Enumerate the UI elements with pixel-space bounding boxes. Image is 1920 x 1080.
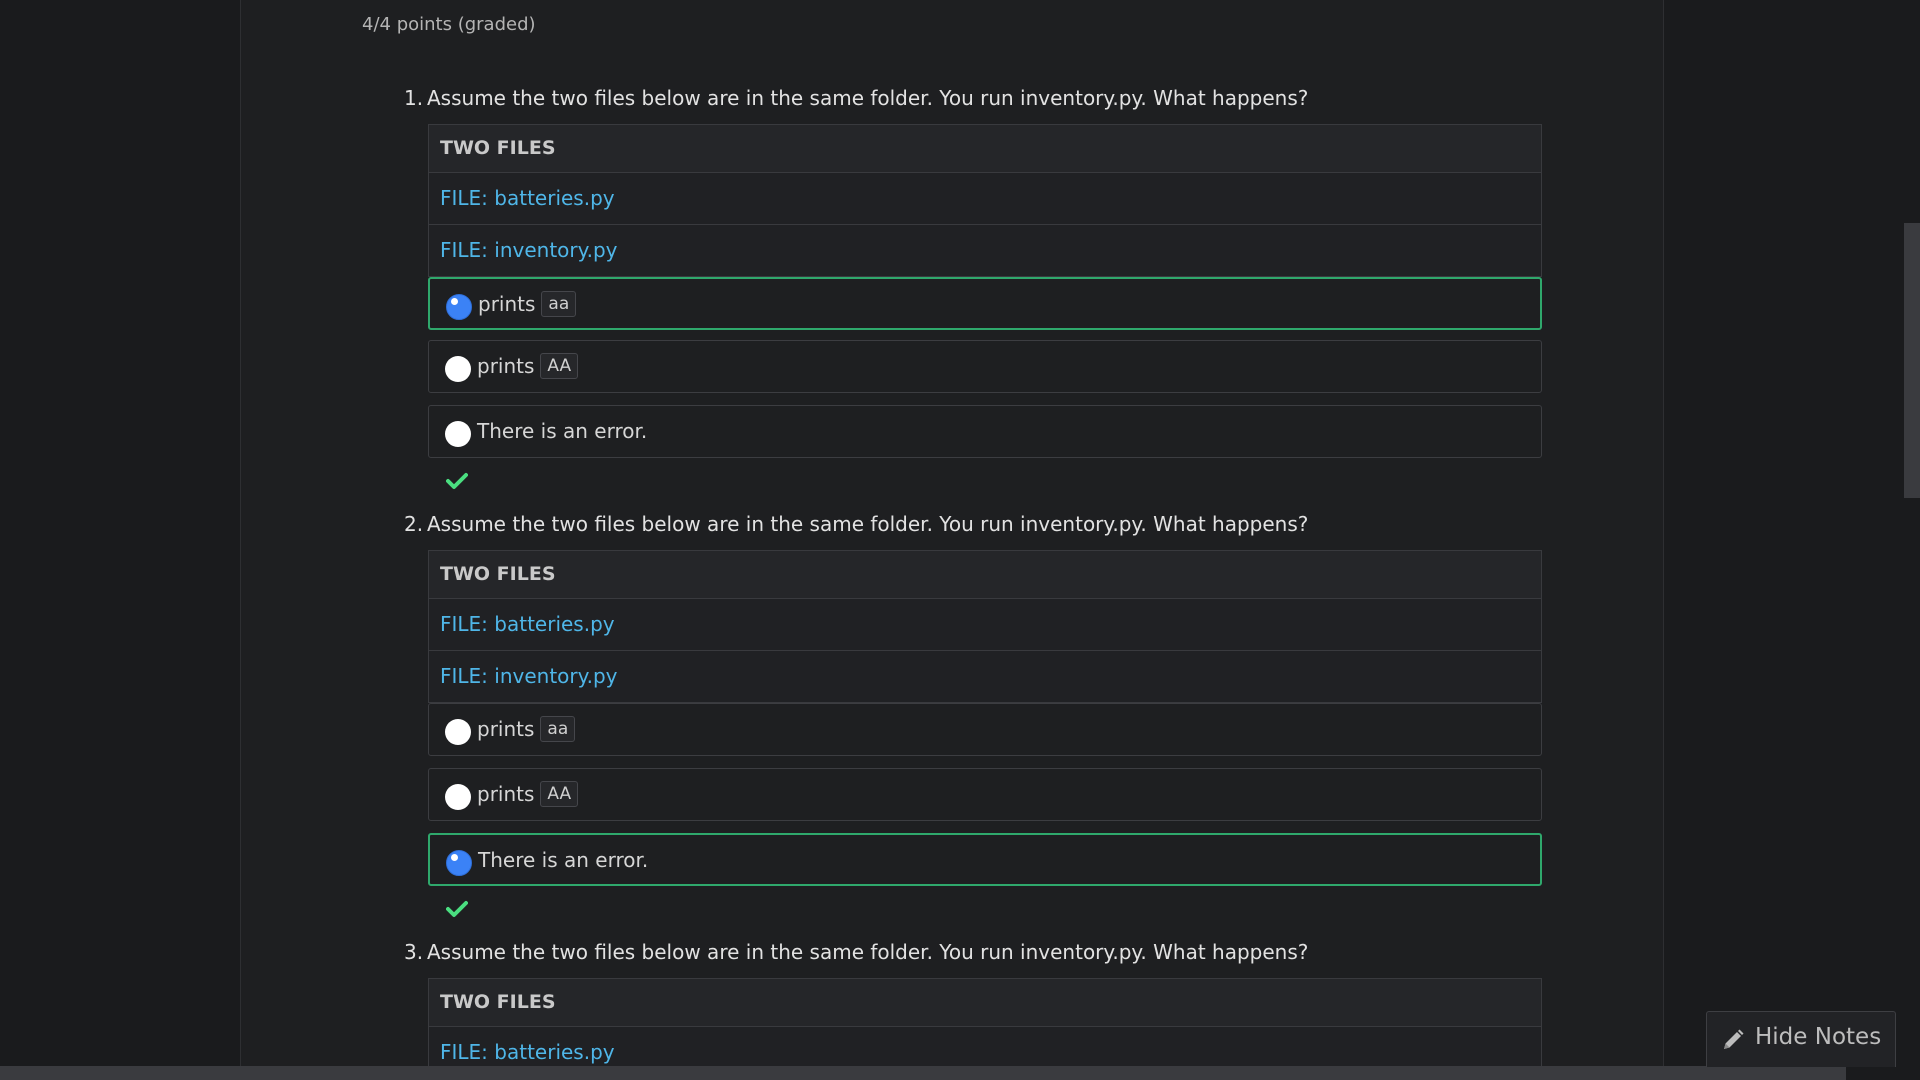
files-box: TWO FILES FILE: batteries.py [428, 978, 1542, 1079]
problem-list: 1. Assume the two files below are in the… [400, 78, 1544, 1079]
question-3: 3. Assume the two files below are in the… [400, 932, 1544, 1079]
question-number: 3. [404, 940, 424, 964]
correct-indicator [446, 458, 1544, 504]
choice-q2-error[interactable]: There is an error. [428, 833, 1542, 886]
radio-button[interactable] [445, 784, 471, 810]
question-1: 1. Assume the two files below are in the… [400, 78, 1544, 504]
code-chip: aa [540, 716, 576, 742]
question-prompt: 2. Assume the two files below are in the… [400, 504, 1544, 550]
check-icon [446, 473, 468, 489]
file-link-inventory[interactable]: FILE: inventory.py [429, 651, 1541, 702]
choice-label: prints AA [477, 779, 579, 809]
choice-label: There is an error. [478, 848, 649, 872]
files-box: TWO FILES FILE: batteries.py FILE: inven… [428, 124, 1542, 277]
grade-status: 4/4 points (graded) [362, 14, 536, 35]
question-number: 1. [404, 86, 424, 110]
vertical-scrollbar-thumb[interactable] [1904, 223, 1920, 498]
question-prompt: 1. Assume the two files below are in the… [400, 78, 1544, 124]
pencil-icon [1724, 1029, 1744, 1049]
choice-label: prints AA [477, 351, 579, 381]
files-header: TWO FILES [429, 551, 1541, 599]
correct-indicator [446, 886, 1544, 932]
radio-button-selected[interactable] [446, 294, 472, 320]
choice-q1-AA[interactable]: prints AA [428, 340, 1542, 393]
question-text: Assume the two files below are in the sa… [427, 512, 1309, 536]
hide-notes-button[interactable]: Hide Notes [1706, 1011, 1896, 1067]
code-chip: AA [540, 353, 579, 379]
vertical-scrollbar[interactable] [1904, 0, 1920, 1080]
radio-button[interactable] [445, 719, 471, 745]
choice-q1-error[interactable]: There is an error. [428, 405, 1542, 458]
question-number: 2. [404, 512, 424, 536]
files-header: TWO FILES [429, 979, 1541, 1027]
files-header: TWO FILES [429, 125, 1541, 173]
check-icon [446, 901, 468, 917]
code-chip: AA [540, 781, 579, 807]
choice-q2-AA[interactable]: prints AA [428, 768, 1542, 821]
choice-q1-aa[interactable]: prints aa [428, 277, 1542, 330]
choice-label: prints aa [477, 714, 576, 744]
course-page: 4/4 points (graded) 1. Assume the two fi… [0, 0, 1920, 1080]
file-link-batteries[interactable]: FILE: batteries.py [429, 599, 1541, 651]
horizontal-scrollbar[interactable] [0, 1066, 1846, 1080]
file-link-inventory[interactable]: FILE: inventory.py [429, 225, 1541, 276]
radio-button[interactable] [445, 356, 471, 382]
choice-label: There is an error. [477, 419, 648, 443]
radio-button[interactable] [445, 421, 471, 447]
choice-q2-aa[interactable]: prints aa [428, 703, 1542, 756]
radio-button-selected[interactable] [446, 850, 472, 876]
question-text: Assume the two files below are in the sa… [427, 940, 1309, 964]
code-chip: aa [541, 291, 577, 317]
hide-notes-label: Hide Notes [1755, 1024, 1882, 1050]
question-2: 2. Assume the two files below are in the… [400, 504, 1544, 932]
question-text: Assume the two files below are in the sa… [427, 86, 1309, 110]
choice-label: prints aa [478, 289, 577, 319]
files-box: TWO FILES FILE: batteries.py FILE: inven… [428, 550, 1542, 703]
question-prompt: 3. Assume the two files below are in the… [400, 932, 1544, 978]
file-link-batteries[interactable]: FILE: batteries.py [429, 173, 1541, 225]
